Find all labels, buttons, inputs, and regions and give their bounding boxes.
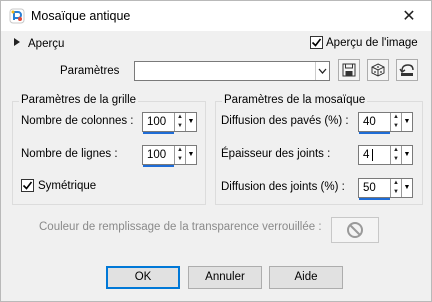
rows-slider-fill bbox=[143, 165, 174, 167]
chevron-down-icon[interactable]: ▼ bbox=[185, 113, 196, 131]
preview-toggle[interactable]: Aperçu bbox=[13, 37, 64, 50]
reset-button[interactable] bbox=[396, 59, 418, 81]
checkmark-icon bbox=[311, 38, 322, 47]
spin-arrows-icon[interactable]: ▲ ▼ bbox=[390, 113, 401, 131]
preview-toggle-label: Aperçu bbox=[28, 37, 65, 50]
reset-icon bbox=[399, 64, 414, 76]
dialog-window: Mosaïque antique ✕ Aperçu Aperçu de l'im… bbox=[0, 0, 432, 302]
joint-thickness-label: Épaisseur des joints : bbox=[221, 148, 331, 160]
dice-icon bbox=[371, 63, 385, 77]
save-preset-button[interactable] bbox=[338, 59, 360, 81]
parameters-select[interactable] bbox=[134, 61, 330, 81]
tile-diffusion-value: 40 bbox=[363, 116, 376, 128]
checkmark-icon bbox=[22, 181, 33, 190]
columns-label: Nombre de colonnes : bbox=[21, 115, 134, 127]
close-icon: ✕ bbox=[402, 8, 416, 25]
symmetric-checkbox[interactable] bbox=[21, 179, 34, 192]
chevron-down-icon bbox=[315, 62, 329, 80]
columns-slider-fill bbox=[143, 132, 174, 134]
app-icon bbox=[9, 8, 25, 24]
title-bar: Mosaïque antique ✕ bbox=[1, 1, 431, 31]
image-preview-label: Aperçu de l'image bbox=[326, 37, 418, 49]
chevron-down-icon[interactable]: ▼ bbox=[401, 179, 412, 197]
randomize-button[interactable] bbox=[367, 59, 389, 81]
chevron-down-icon[interactable]: ▼ bbox=[401, 113, 412, 131]
spin-arrows-icon[interactable]: ▲ ▼ bbox=[174, 146, 185, 164]
rows-spinbox[interactable]: 100 ▲ ▼ ▼ bbox=[142, 145, 197, 167]
joint-diffusion-slider-fill bbox=[359, 198, 390, 200]
chevron-down-icon[interactable]: ▼ bbox=[401, 146, 412, 164]
spin-arrows-icon[interactable]: ▲ ▼ bbox=[390, 179, 401, 197]
symmetric-label: Symétrique bbox=[38, 180, 97, 192]
mosaic-settings-title: Paramètres de la mosaïque bbox=[222, 94, 368, 106]
cancel-button[interactable]: Annuler bbox=[188, 266, 262, 289]
ok-button[interactable]: OK bbox=[106, 266, 180, 289]
window-title: Mosaïque antique bbox=[31, 9, 131, 23]
columns-value: 100 bbox=[147, 116, 167, 128]
fill-color-swatch[interactable] bbox=[331, 217, 379, 243]
joint-diffusion-value: 50 bbox=[363, 182, 376, 194]
parameters-label: Paramètres bbox=[60, 65, 120, 77]
rows-label: Nombre de lignes : bbox=[21, 148, 118, 160]
tile-diffusion-label: Diffusion des pavés (%) : bbox=[221, 115, 349, 127]
image-preview-checkbox[interactable] bbox=[310, 36, 323, 49]
tile-diffusion-spinbox[interactable]: 40 ▲ ▼ ▼ bbox=[358, 112, 413, 134]
spin-arrows-icon[interactable]: ▲ ▼ bbox=[174, 113, 185, 131]
joint-thickness-value: 4 bbox=[363, 149, 370, 161]
help-button[interactable]: Aide bbox=[269, 266, 343, 289]
save-icon bbox=[342, 63, 356, 77]
spin-arrows-icon[interactable]: ▲ ▼ bbox=[390, 146, 401, 164]
fill-color-label: Couleur de remplissage de la transparenc… bbox=[39, 221, 322, 233]
close-button[interactable]: ✕ bbox=[387, 1, 431, 31]
expand-arrow-icon bbox=[13, 37, 21, 50]
joint-thickness-spinbox[interactable]: 4 ▲ ▼ ▼ bbox=[358, 145, 413, 165]
joint-diffusion-spinbox[interactable]: 50 ▲ ▼ ▼ bbox=[358, 178, 413, 200]
text-caret bbox=[372, 149, 373, 161]
rows-value: 100 bbox=[147, 149, 167, 161]
joint-diffusion-label: Diffusion des joints (%) : bbox=[221, 181, 345, 193]
tile-diffusion-slider-fill bbox=[359, 132, 390, 134]
no-color-icon bbox=[347, 222, 363, 238]
grid-settings-title: Paramètres de la grille bbox=[19, 94, 139, 106]
columns-spinbox[interactable]: 100 ▲ ▼ ▼ bbox=[142, 112, 197, 134]
chevron-down-icon[interactable]: ▼ bbox=[185, 146, 196, 164]
